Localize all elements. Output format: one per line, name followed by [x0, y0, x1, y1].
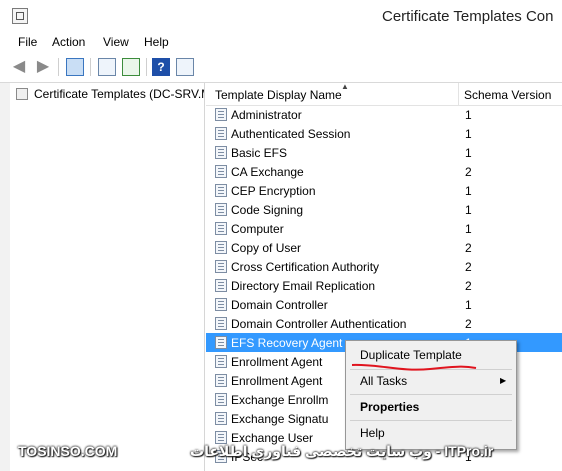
template-icon	[215, 222, 227, 235]
template-name: Enrollment Agent	[231, 374, 323, 388]
red-underline-annotation	[351, 363, 477, 371]
table-row[interactable]: Basic EFS 1	[206, 143, 562, 162]
template-name: Enrollment Agent	[231, 355, 323, 369]
tree-node-certificate-templates[interactable]: Certificate Templates (DC-SRV.M	[16, 87, 205, 101]
export-list-icon[interactable]	[122, 58, 140, 76]
schema-version: 2	[465, 279, 472, 293]
template-icon	[215, 355, 227, 368]
table-row[interactable]: CA Exchange 2	[206, 162, 562, 181]
table-row[interactable]: Administrator 1	[206, 105, 562, 124]
menu-item-properties[interactable]: Properties	[360, 400, 419, 414]
template-name: Basic EFS	[231, 146, 288, 160]
schema-version: 1	[465, 203, 472, 217]
menu-help[interactable]: Help	[144, 35, 169, 49]
title-bar: Certificate Templates Con	[0, 0, 562, 33]
template-icon	[215, 393, 227, 406]
schema-version: 1	[465, 108, 472, 122]
menu-item-help[interactable]: Help	[360, 426, 385, 440]
schema-version: 1	[465, 222, 472, 236]
template-name: EFS Recovery Agent	[231, 336, 343, 350]
table-row[interactable]: Copy of User 2	[206, 238, 562, 257]
watermark-left: TOSINSO.COM	[18, 443, 118, 459]
menu-separator	[350, 420, 512, 421]
template-icon	[215, 241, 227, 254]
table-row[interactable]: Cross Certification Authority 2	[206, 257, 562, 276]
help-icon[interactable]: ?	[152, 58, 170, 76]
menu-bar: File Action View Help	[0, 32, 562, 52]
template-icon	[215, 298, 227, 311]
template-name: Authenticated Session	[231, 127, 351, 141]
template-name: Exchange Enrollm	[231, 393, 329, 407]
forward-arrow-icon[interactable]: ▶	[34, 58, 52, 76]
template-icon	[215, 317, 227, 330]
column-header-row: ▲ Template Display Name Schema Version	[206, 83, 562, 106]
template-name: Copy of User	[231, 241, 302, 255]
menu-item-all-tasks[interactable]: All Tasks	[360, 374, 407, 388]
table-row[interactable]: Domain Controller 1	[206, 295, 562, 314]
template-icon	[215, 108, 227, 121]
sort-caret-icon: ▲	[341, 83, 349, 91]
template-name: Domain Controller	[231, 298, 328, 312]
tree-node-label: Certificate Templates (DC-SRV.M	[34, 87, 205, 101]
toolbar-separator	[58, 58, 59, 76]
template-icon	[215, 412, 227, 425]
template-icon	[215, 260, 227, 273]
schema-version: 1	[465, 184, 472, 198]
schema-version: 2	[465, 165, 472, 179]
table-row[interactable]: Code Signing 1	[206, 200, 562, 219]
column-header-template-name[interactable]: Template Display Name	[215, 88, 342, 102]
template-name: Cross Certification Authority	[231, 260, 380, 274]
template-name: Computer	[231, 222, 284, 236]
template-icon	[215, 336, 227, 349]
schema-version: 2	[465, 317, 472, 331]
template-icon	[215, 203, 227, 216]
certificate-templates-icon	[16, 88, 28, 100]
schema-version: 2	[465, 241, 472, 255]
template-name: Domain Controller Authentication	[231, 317, 407, 331]
menu-separator	[350, 394, 512, 395]
template-name: Code Signing	[231, 203, 304, 217]
toolbar: ◀ ▶ ?	[0, 52, 562, 83]
show-action-pane-icon[interactable]	[176, 58, 194, 76]
menu-view[interactable]: View	[103, 35, 129, 49]
template-icon	[215, 279, 227, 292]
mmc-app-icon[interactable]	[12, 8, 28, 24]
template-name: Directory Email Replication	[231, 279, 376, 293]
template-icon	[215, 165, 227, 178]
toolbar-separator	[146, 58, 147, 76]
template-icon	[215, 127, 227, 140]
template-name: Exchange Signatu	[231, 412, 329, 426]
table-row[interactable]: Authenticated Session 1	[206, 124, 562, 143]
template-name: Administrator	[231, 108, 302, 122]
menu-action[interactable]: Action	[52, 35, 85, 49]
window-title: Certificate Templates Con	[382, 8, 554, 25]
schema-version: 2	[465, 260, 472, 274]
schema-version: 1	[465, 146, 472, 160]
context-menu: Duplicate Template All Tasks ▶ Propertie…	[345, 340, 517, 450]
template-icon	[215, 374, 227, 387]
column-divider[interactable]	[458, 83, 459, 105]
column-header-schema-version[interactable]: Schema Version	[464, 88, 551, 102]
template-name: CEP Encryption	[231, 184, 316, 198]
show-hide-console-tree-icon[interactable]	[66, 58, 84, 76]
watermark-right: وب سایت تخصصی فناوری اطلاعات - ITPro.ir	[190, 443, 494, 459]
template-icon	[215, 146, 227, 159]
menu-file[interactable]: File	[18, 35, 37, 49]
schema-version: 1	[465, 298, 472, 312]
toolbar-separator	[90, 58, 91, 76]
table-row[interactable]: CEP Encryption 1	[206, 181, 562, 200]
table-row[interactable]: Directory Email Replication 2	[206, 276, 562, 295]
back-arrow-icon[interactable]: ◀	[10, 58, 28, 76]
console-tree: Certificate Templates (DC-SRV.M	[10, 83, 205, 471]
table-row[interactable]: Computer 1	[206, 219, 562, 238]
schema-version: 1	[465, 127, 472, 141]
menu-item-duplicate-template[interactable]: Duplicate Template	[360, 348, 462, 362]
submenu-arrow-icon: ▶	[500, 376, 507, 385]
properties-sheet-icon[interactable]	[98, 58, 116, 76]
template-name: CA Exchange	[231, 165, 304, 179]
template-icon	[215, 184, 227, 197]
table-row[interactable]: Domain Controller Authentication 2	[206, 314, 562, 333]
